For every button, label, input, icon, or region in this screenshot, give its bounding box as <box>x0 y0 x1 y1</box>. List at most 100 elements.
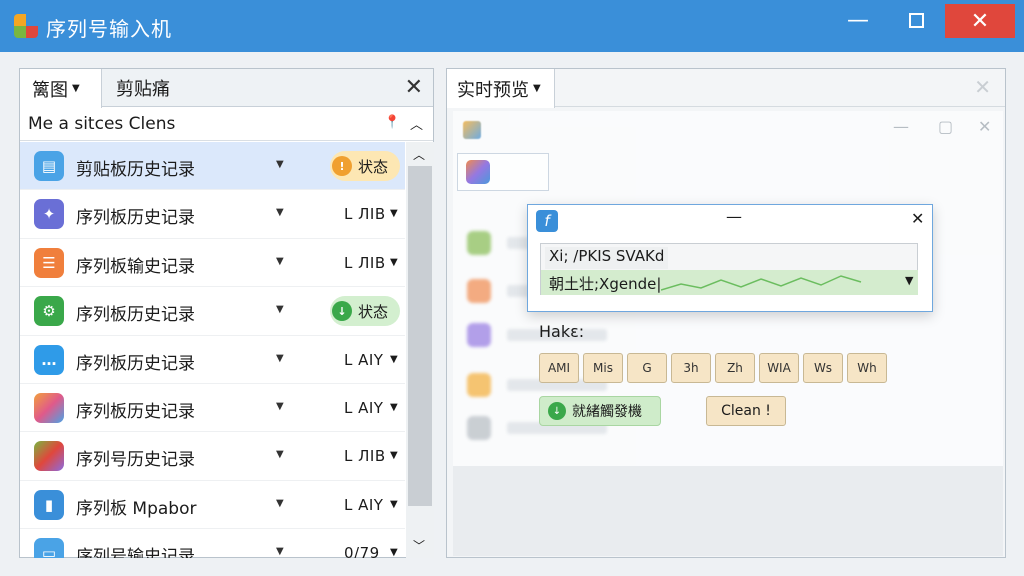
list-item[interactable]: ✦ 序列板历史记录 ▼ L ЛIB ▼ <box>20 190 405 239</box>
maximize-icon <box>908 12 924 28</box>
tab-live-preview-label: 实时预览 <box>457 79 529 101</box>
tab-clipboard-label: 剪贴痛 <box>116 79 170 100</box>
gear-icon: ⚙ <box>34 296 64 327</box>
popup-minimize-button[interactable]: — <box>726 207 742 226</box>
popup-close-button[interactable]: ✕ <box>911 209 924 228</box>
hotkey-chips: AMI Mis G 3h Zh WIA Ws Wh <box>539 353 887 383</box>
scroll-down-icon[interactable]: ﹀ <box>413 537 425 554</box>
size-value: 0/79 <box>344 544 380 558</box>
close-icon: ✕ <box>978 117 992 136</box>
hotkey-chip[interactable]: G <box>627 353 667 383</box>
list-item-label: 序列号历史记录 <box>76 450 195 471</box>
chevron-down-icon[interactable]: ▼ <box>276 207 284 218</box>
list-item[interactable]: ☰ 序列板输史记录 ▼ L ЛIB ▼ <box>20 239 405 288</box>
format-icon: f <box>536 210 558 232</box>
list-item-label: 序列板输史记录 <box>76 256 195 277</box>
preview-ghost-footer <box>453 466 1003 556</box>
serial-input-popup: f — ✕ Xi; /PKIS SVAKd 朝土壮;Xgende| ▼ <box>527 204 933 312</box>
history-list: ▤ 剪贴板历史记录 ▼ ! 状态 ✦ 序列板历史记录 ▼ L ЛIB ▼ ☰ 序列… <box>20 142 405 558</box>
tab-clipboard[interactable]: 剪贴痛 <box>116 69 170 107</box>
hotkey-chip[interactable]: Zh <box>715 353 755 383</box>
pin-icon[interactable]: 📍 <box>384 115 400 130</box>
puzzle-icon: ✦ <box>34 199 64 230</box>
chevron-down-icon[interactable]: ▼ <box>276 353 284 364</box>
hotkey-chip[interactable]: Ws <box>803 353 843 383</box>
list-item-label: 剪贴板历史记录 <box>76 160 195 180</box>
scroll-up-icon[interactable]: ︿ <box>413 146 425 163</box>
app-logo-icon <box>463 121 481 139</box>
app-logo-icon <box>14 14 38 38</box>
hotkey-chip[interactable]: Wh <box>847 353 887 383</box>
list-item[interactable]: 序列号历史记录 ▼ L ЛIB ▼ <box>20 432 405 481</box>
note-icon: ▭ <box>34 538 64 558</box>
hotkey-chip[interactable]: AMI <box>539 353 579 383</box>
clean-button[interactable]: Clean ! <box>706 396 786 426</box>
input-line-1: Xi; /PKIS SVAKd <box>545 247 669 269</box>
chevron-down-icon[interactable]: ▼ <box>390 257 398 268</box>
list-header: Me a sitces Clens 📍 ︿ <box>20 107 433 141</box>
list-header-title: Me a sitces Clens <box>28 114 176 134</box>
list-item[interactable]: ▮ 序列板 Mpabor ▼ L AIY ▼ <box>20 481 405 530</box>
list-item-label: 序列号输史记录 <box>76 547 195 558</box>
tag-icon <box>34 441 64 472</box>
history-panel: 篱图 ▼ 剪贴痛 ✕ Me a sitces Clens 📍 ︿ ▤ 剪贴板历史… <box>19 68 434 558</box>
left-tab-bar: 篱图 ▼ 剪贴痛 ✕ <box>20 69 433 108</box>
chevron-down-icon[interactable]: ▼ <box>390 208 398 219</box>
status-badge: ↓ 状态 <box>330 296 400 327</box>
chevron-down-icon[interactable]: ▼ <box>276 498 284 509</box>
trigger-button[interactable]: ↓ 就緒觸發機 <box>539 396 661 426</box>
chevron-down-icon[interactable]: ▼ <box>390 402 398 413</box>
hotkey-chip[interactable]: WIA <box>759 353 799 383</box>
maximize-icon: ▢ <box>938 117 954 136</box>
list-item-label: 序列板历史记录 <box>76 353 195 374</box>
status-label: 状态 <box>358 302 389 321</box>
title-bar: 序列号输入机 — ✕ <box>0 0 1024 52</box>
tab-capture-label: 篱图 <box>32 79 68 101</box>
chevron-down-icon[interactable]: ▼ <box>905 274 913 287</box>
download-icon: ↓ <box>332 301 352 322</box>
scrollbar-thumb[interactable] <box>408 166 432 506</box>
chevron-down-icon: ▼ <box>72 83 80 94</box>
collapse-up-icon[interactable]: ︿ <box>410 114 423 133</box>
chevron-down-icon[interactable]: ▼ <box>276 449 284 460</box>
list-item-label: 序列板历史记录 <box>76 401 195 422</box>
status-badge: ! 状态 <box>330 151 400 181</box>
chat-icon: … <box>34 344 64 375</box>
hotkey-chip[interactable]: 3h <box>671 353 711 383</box>
download-icon: ↓ <box>548 402 566 420</box>
list-item[interactable]: 序列板历史记录 ▼ L AIY ▼ <box>20 384 405 433</box>
tab-live-preview[interactable]: 实时预览 ▼ <box>447 69 555 108</box>
chevron-down-icon[interactable]: ▼ <box>390 499 398 510</box>
clipboard-icon: ▤ <box>34 151 64 181</box>
chevron-down-icon[interactable]: ▼ <box>390 450 398 461</box>
size-value: L ЛIB <box>344 205 386 224</box>
chevron-down-icon[interactable]: ▼ <box>390 354 398 365</box>
chevron-down-icon[interactable]: ▼ <box>276 256 284 267</box>
size-value: L AIY <box>344 495 384 514</box>
size-value: L ЛIB <box>344 253 386 272</box>
tab-capture[interactable]: 篱图 ▼ <box>20 69 102 108</box>
chevron-down-icon: ▼ <box>533 83 541 94</box>
list-item[interactable]: ▭ 序列号输史记录 ▼ 0/79 ▼ <box>20 529 405 558</box>
chevron-down-icon[interactable]: ▼ <box>276 159 284 170</box>
list-item[interactable]: ⚙ 序列板历史记录 ▼ ↓ 状态 <box>20 287 405 336</box>
list-icon: ☰ <box>34 247 64 278</box>
chevron-down-icon[interactable]: ▼ <box>276 546 284 557</box>
chevron-down-icon[interactable]: ▼ <box>276 304 284 315</box>
close-panel-button[interactable]: ✕ <box>405 75 423 100</box>
serial-input-field[interactable]: Xi; /PKIS SVAKd 朝土壮;Xgende| ▼ <box>540 243 918 295</box>
activity-sparkline <box>661 275 862 291</box>
app-icon <box>466 160 490 184</box>
hotkey-chip[interactable]: Mis <box>583 353 623 383</box>
hook-label: Hakε: <box>539 322 585 341</box>
list-scrollbar[interactable]: ︿ ﹀ <box>406 142 434 558</box>
close-preview-button[interactable]: ✕ <box>974 75 991 99</box>
minimize-button[interactable]: — <box>830 0 886 40</box>
chevron-down-icon[interactable]: ▼ <box>276 401 284 412</box>
list-item[interactable]: … 序列板历史记录 ▼ L AIY ▼ <box>20 336 405 384</box>
list-item-label: 序列板历史记录 <box>76 208 195 229</box>
maximize-button[interactable] <box>888 0 944 40</box>
close-window-button[interactable]: ✕ <box>945 4 1015 38</box>
chevron-down-icon[interactable]: ▼ <box>390 547 398 558</box>
list-item[interactable]: ▤ 剪贴板历史记录 ▼ ! 状态 <box>20 142 405 191</box>
